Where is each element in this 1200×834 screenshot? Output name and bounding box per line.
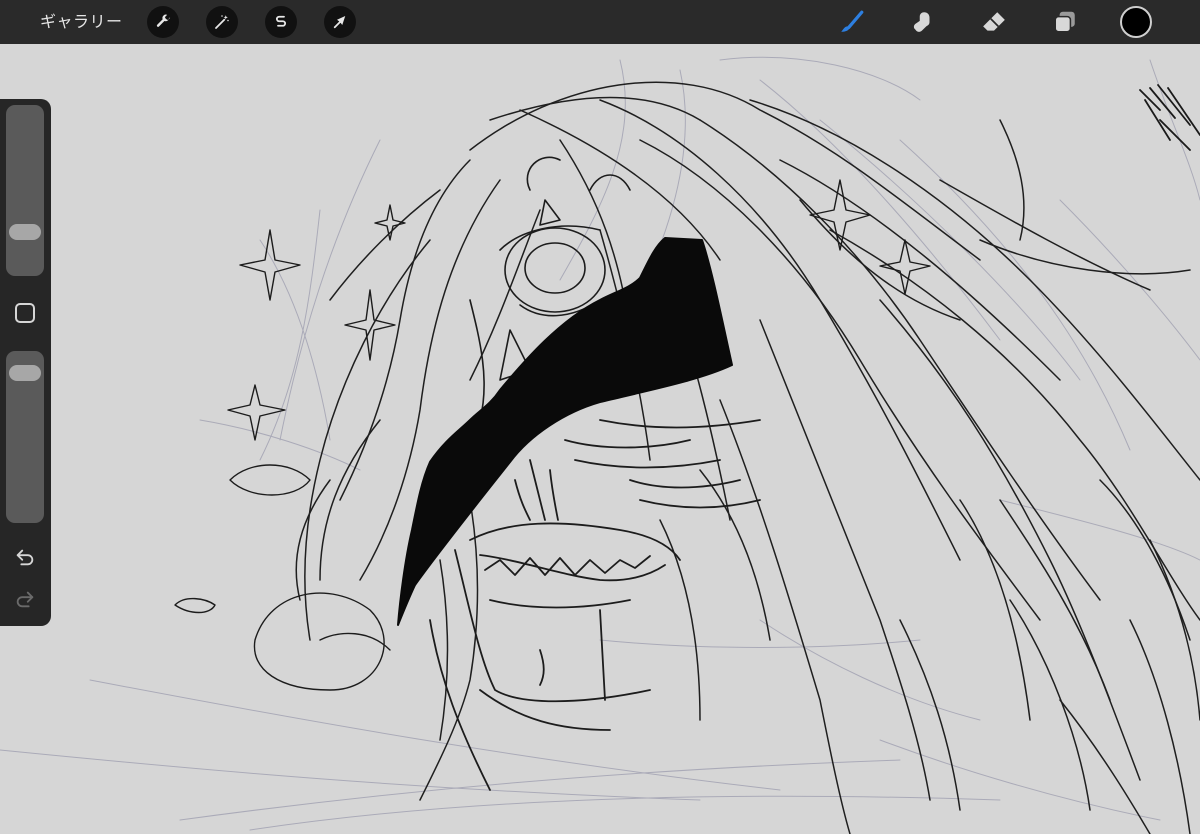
layers-button[interactable] [1049, 6, 1081, 38]
transform-button[interactable] [324, 6, 356, 38]
color-picker-button[interactable] [1120, 6, 1152, 38]
selection-s-icon [276, 15, 286, 27]
selection-button[interactable] [265, 6, 297, 38]
modify-button[interactable] [15, 303, 35, 323]
smudge-tool-button[interactable] [907, 6, 939, 38]
redo-icon [16, 591, 34, 608]
wrench-icon [156, 14, 171, 27]
actions-button[interactable] [147, 6, 179, 38]
brush-size-slider-thumb[interactable] [9, 224, 41, 241]
gallery-button[interactable]: ギャラリー [40, 11, 123, 33]
opacity-slider-thumb[interactable] [9, 364, 41, 381]
top-toolbar: ギャラリー [0, 0, 1200, 45]
sidebar [0, 99, 51, 626]
eraser-tool-button[interactable] [978, 6, 1010, 38]
magic-wand-icon [215, 15, 229, 29]
adjustments-button[interactable] [206, 6, 238, 38]
smudge-icon [913, 12, 930, 32]
brush-size-slider[interactable] [6, 105, 44, 276]
opacity-slider[interactable] [6, 351, 44, 523]
layers-icon [1054, 11, 1075, 33]
arrow-cursor-icon [333, 16, 346, 29]
undo-button[interactable] [13, 545, 37, 569]
drawing-canvas[interactable] [0, 44, 1200, 834]
brush-icon [841, 10, 864, 32]
undo-icon [16, 549, 34, 566]
brush-tool-button[interactable] [836, 6, 868, 38]
eraser-icon [983, 12, 1005, 31]
redo-button[interactable] [13, 587, 37, 611]
